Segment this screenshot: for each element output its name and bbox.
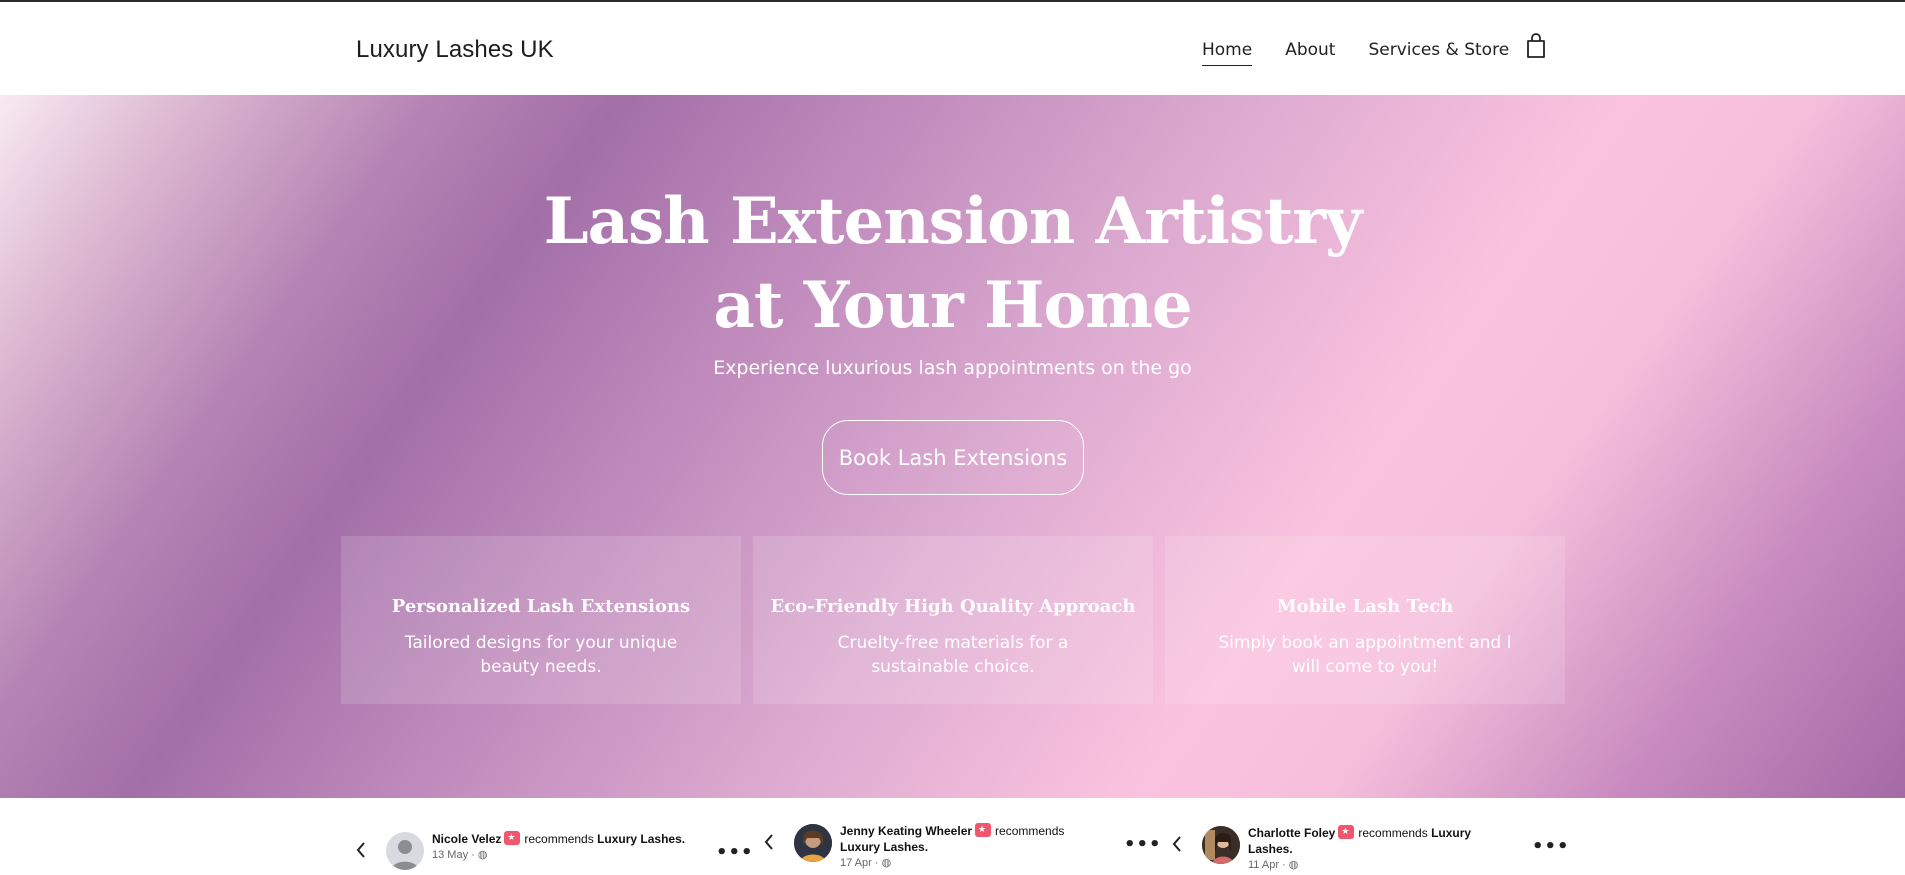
avatar[interactable] xyxy=(1202,826,1240,864)
recommends-label: recommends xyxy=(995,824,1065,838)
hero-title: Lash Extension Artistry at Your Home xyxy=(0,180,1905,348)
photo-avatar-icon xyxy=(1202,826,1240,864)
feature-text: Cruelty-free materials for a sustainable… xyxy=(837,633,1069,677)
nav-item-services-store[interactable]: Services & Store xyxy=(1368,40,1509,60)
business-name[interactable]: Luxury Lashes. xyxy=(840,840,928,854)
reviewer-name[interactable]: Jenny Keating Wheeler xyxy=(840,824,972,838)
features-row: Personalized Lash Extensions Tailored de… xyxy=(341,536,1565,704)
review-text: Charlotte Foleyrecommends Luxury Lashes.… xyxy=(1248,825,1508,873)
globe-icon: ◍ xyxy=(881,857,892,869)
review-text: Nicole Velez recommends Luxury Lashes. 13… xyxy=(432,831,692,863)
recommendation-badge-icon xyxy=(975,823,992,837)
more-options-icon[interactable]: ••• xyxy=(1124,834,1162,855)
site-logo-text[interactable]: Luxury Lashes UK xyxy=(356,36,554,64)
meta-separator: · xyxy=(871,857,882,869)
review-date[interactable]: 17 Apr xyxy=(840,857,872,869)
nav-item-home[interactable]: Home xyxy=(1202,40,1253,66)
recommends-label: recommends xyxy=(524,832,594,846)
globe-icon: ◍ xyxy=(1288,859,1299,871)
hero-subtitle: Experience luxurious lash appointments o… xyxy=(713,357,1192,379)
feature-card: Mobile Lash Tech Simply book an appointm… xyxy=(1165,536,1565,704)
avatar[interactable] xyxy=(794,824,832,862)
more-options-icon[interactable]: ••• xyxy=(716,842,754,863)
feature-text: Simply book an appointment and I will co… xyxy=(1218,633,1512,677)
book-lash-extensions-button[interactable]: Book Lash Extensions xyxy=(822,420,1084,495)
reviewer-name[interactable]: Nicole Velez xyxy=(432,832,501,846)
review-meta: 17 Apr · ◍ xyxy=(840,855,1100,871)
meta-separator: · xyxy=(468,849,478,861)
review-card: Charlotte Foleyrecommends Luxury Lashes.… xyxy=(1172,798,1569,875)
review-meta: 11 Apr · ◍ xyxy=(1248,857,1508,873)
reviews-strip: Nicole Velez recommends Luxury Lashes. 13… xyxy=(0,798,1905,875)
review-meta: 13 May · ◍ xyxy=(432,847,692,863)
business-name[interactable]: Luxury Lashes. xyxy=(597,832,685,846)
recommendation-badge-icon xyxy=(1338,825,1355,839)
nav-item-about[interactable]: About xyxy=(1285,40,1335,60)
feature-title: Mobile Lash Tech xyxy=(1276,596,1454,617)
review-date[interactable]: 13 May xyxy=(432,849,468,861)
more-options-icon[interactable]: ••• xyxy=(1532,836,1570,857)
hero-section: Lash Extension Artistry at Your Home Exp… xyxy=(0,95,1905,798)
photo-avatar-icon xyxy=(794,824,832,862)
feature-title: Personalized Lash Extensions xyxy=(391,596,691,617)
hero-title-line-2: at Your Home xyxy=(713,268,1192,343)
meta-separator: · xyxy=(1279,859,1289,871)
chevron-left-icon[interactable] xyxy=(356,842,366,858)
feature-card: Eco-Friendly High Quality Approach Cruel… xyxy=(753,536,1153,704)
globe-icon: ◍ xyxy=(477,849,488,861)
feature-title: Eco-Friendly High Quality Approach xyxy=(770,596,1136,617)
chevron-left-icon[interactable] xyxy=(764,834,774,850)
review-card: Nicole Velez recommends Luxury Lashes. 13… xyxy=(356,798,753,875)
avatar[interactable] xyxy=(386,832,424,870)
default-person-avatar-icon xyxy=(391,840,419,870)
recommends-label: recommends xyxy=(1358,826,1428,840)
main-nav: Home About Services & Store xyxy=(1202,40,1542,66)
hero-title-line-1: Lash Extension Artistry xyxy=(543,184,1363,259)
review-card: Jenny Keating Wheeler recommends Luxury L… xyxy=(764,798,1161,875)
site-header: Luxury Lashes UK Home About Services & S… xyxy=(0,2,1905,95)
reviewer-name[interactable]: Charlotte Foley xyxy=(1248,826,1335,840)
recommendation-badge-icon xyxy=(504,831,521,845)
feature-text: Tailored designs for your unique beauty … xyxy=(404,633,678,677)
shopping-bag-icon[interactable] xyxy=(1525,33,1547,59)
chevron-left-icon[interactable] xyxy=(1172,836,1182,852)
review-text: Jenny Keating Wheeler recommends Luxury L… xyxy=(840,823,1100,871)
feature-card: Personalized Lash Extensions Tailored de… xyxy=(341,536,741,704)
review-date[interactable]: 11 Apr xyxy=(1248,859,1279,871)
